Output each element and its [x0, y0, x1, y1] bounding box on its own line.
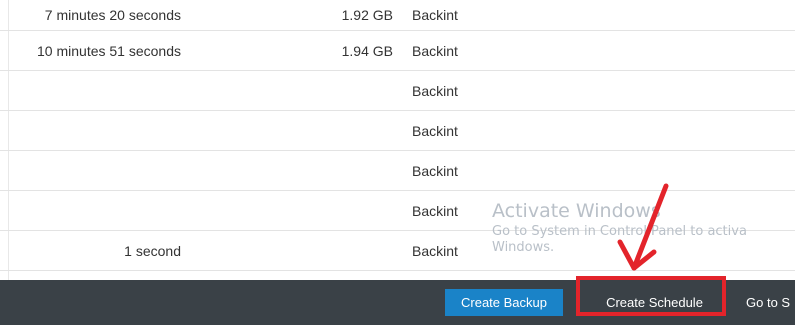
- table-row[interactable]: 10 minutes 51 seconds 1.94 GB Backint: [0, 31, 795, 71]
- create-schedule-button[interactable]: Create Schedule: [585, 289, 724, 316]
- table-row[interactable]: Backint: [0, 111, 795, 151]
- table-row[interactable]: Backint: [0, 151, 795, 191]
- watermark-title: Activate Windows: [492, 200, 661, 222]
- duration-cell: 10 minutes 51 seconds: [37, 42, 181, 59]
- destination-cell: Backint: [412, 162, 458, 179]
- destination-cell: Backint: [412, 42, 458, 59]
- action-footer-bar: Create Backup Create Schedule Go to S: [0, 280, 795, 325]
- destination-cell: Backint: [412, 7, 458, 23]
- watermark-line: Windows.: [492, 240, 555, 255]
- size-cell: 1.94 GB: [341, 42, 393, 59]
- create-backup-button[interactable]: Create Backup: [445, 289, 563, 316]
- table-row[interactable]: 7 minutes 20 seconds 1.92 GB Backint: [0, 0, 795, 31]
- watermark-line: Go to System in Control Panel to activa: [492, 223, 747, 239]
- duration-cell: 7 minutes 20 seconds: [44, 7, 181, 23]
- destination-cell: Backint: [412, 242, 458, 259]
- activate-windows-watermark: Activate Windows Go to System in Control…: [492, 200, 747, 256]
- destination-cell: Backint: [412, 202, 458, 219]
- destination-cell: Backint: [412, 122, 458, 139]
- duration-cell: 1 second: [124, 242, 181, 259]
- destination-cell: Backint: [412, 82, 458, 99]
- size-cell: 1.92 GB: [341, 7, 393, 23]
- go-to-button[interactable]: Go to S: [738, 289, 795, 316]
- table-row[interactable]: Backint: [0, 71, 795, 111]
